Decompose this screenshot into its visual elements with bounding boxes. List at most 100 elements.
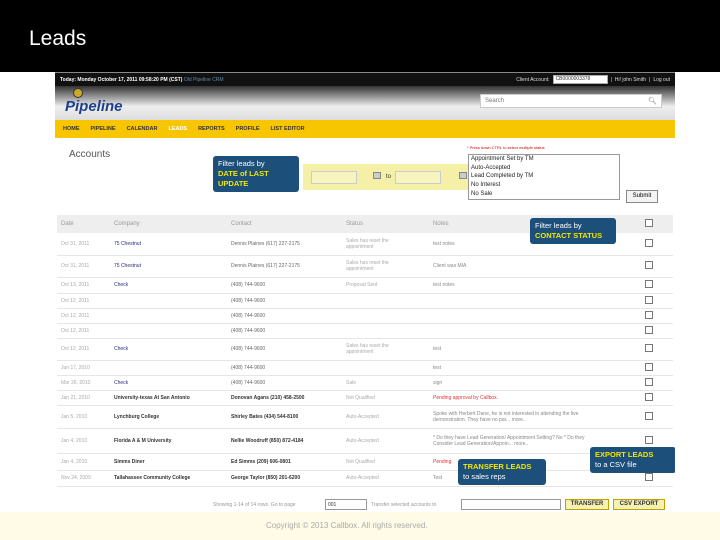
row-checkbox[interactable] bbox=[645, 411, 653, 420]
cell-status bbox=[346, 360, 433, 376]
table-row: Oct 12, 2011 (408) 744-9600 bbox=[57, 308, 673, 324]
cell-company[interactable]: Check bbox=[114, 375, 231, 391]
cell-status bbox=[346, 308, 433, 324]
status-option[interactable]: Appointment Set by TM bbox=[471, 155, 619, 164]
date-to-input[interactable] bbox=[395, 171, 441, 184]
greeting: Hi! john Smith bbox=[614, 76, 646, 83]
col-company[interactable]: Company bbox=[114, 215, 231, 233]
status-option[interactable]: No Sale bbox=[471, 190, 619, 199]
cell-company[interactable]: Tallahassee Community College bbox=[114, 470, 231, 487]
top-bar: Today: Monday October 17, 2011 09:58:20 … bbox=[55, 72, 675, 86]
cell-date: Oct 12, 2011 bbox=[57, 293, 114, 309]
row-checkbox[interactable] bbox=[645, 238, 653, 247]
cell-notes: test bbox=[433, 360, 645, 376]
cell-company[interactable] bbox=[114, 293, 231, 309]
cell-status: Sale bbox=[346, 375, 433, 391]
row-checkbox[interactable] bbox=[645, 261, 653, 269]
cell-date: Oct 31, 2011 bbox=[57, 255, 114, 278]
row-checkbox[interactable] bbox=[645, 377, 653, 386]
row-checkbox[interactable] bbox=[645, 473, 653, 481]
nav-leads[interactable]: LEADS bbox=[168, 126, 187, 132]
status-option[interactable]: No Interest bbox=[471, 181, 619, 190]
cell-date: Jan 5, 2010 bbox=[57, 405, 114, 429]
copyright: Copyright © 2013 Callbox. All rights res… bbox=[266, 521, 428, 530]
cell-company[interactable]: 75 Chestnut bbox=[114, 255, 231, 278]
nav-home[interactable]: HOME bbox=[63, 126, 80, 132]
cell-status: Sales has reset the appointment bbox=[346, 233, 433, 256]
cell-notes: Client was MIA bbox=[433, 255, 645, 278]
nav-calendar[interactable]: CALENDAR bbox=[127, 126, 158, 132]
rows-info: Showing 1-14 of 14 rows. Go to page bbox=[213, 502, 296, 508]
calendar-icon[interactable] bbox=[459, 172, 467, 179]
client-account-select[interactable]: CB0000003378 bbox=[552, 75, 608, 84]
cell-date: Jan 21, 2010 bbox=[57, 390, 114, 406]
cell-company[interactable]: Lynchburg College bbox=[114, 405, 231, 429]
cell-date: Oct 31, 2011 bbox=[57, 233, 114, 256]
page-select[interactable]: 001 bbox=[325, 499, 367, 510]
cell-notes: test bbox=[433, 338, 645, 361]
cell-date: Oct 12, 2011 bbox=[57, 323, 114, 339]
csv-export-button[interactable]: CSV EXPORT bbox=[613, 499, 665, 510]
cell-company[interactable]: 75 Chestnut bbox=[114, 233, 231, 256]
cell-contact: Shirley Bates (434) 544-8100 bbox=[231, 405, 346, 429]
cell-company[interactable] bbox=[114, 323, 231, 339]
status-listbox[interactable]: Appointment Set by TM Auto-Accepted Lead C… bbox=[468, 154, 620, 200]
col-status[interactable]: Status bbox=[346, 215, 433, 233]
magnifier-icon[interactable]: 🔍︎ bbox=[648, 97, 657, 105]
nav-profile[interactable]: PROFILE bbox=[236, 126, 260, 132]
nav-reports[interactable]: REPORTS bbox=[198, 126, 225, 132]
nav-list-editor[interactable]: LIST EDITOR bbox=[271, 126, 305, 132]
cell-status: Sales has reset the appointment bbox=[346, 338, 433, 361]
brand-bar: Pipeline Search 🔍︎ bbox=[55, 86, 675, 120]
cell-company[interactable]: Simms Diner bbox=[114, 453, 231, 471]
cell-date: Mar 26, 2010 bbox=[57, 375, 114, 391]
table-row: Jan 21, 2010 University-texas At San Ant… bbox=[57, 390, 673, 406]
cell-contact: (408) 744-9600 bbox=[231, 323, 346, 339]
select-all-checkbox[interactable] bbox=[645, 219, 653, 227]
cell-status: Auto-Accepted bbox=[346, 428, 433, 454]
cell-status: Sales has reset the appointment bbox=[346, 255, 433, 278]
submit-button[interactable]: Submit bbox=[626, 190, 658, 203]
cell-company[interactable]: Florida A & M University bbox=[114, 428, 231, 454]
row-checkbox[interactable] bbox=[645, 362, 653, 371]
row-checkbox[interactable] bbox=[645, 280, 653, 288]
main-nav: HOME PIPELINE CALENDAR LEADS REPORTS PROFILE L… bbox=[55, 120, 675, 138]
pipeline-logo[interactable]: Pipeline bbox=[65, 88, 123, 115]
search-input[interactable]: Search 🔍︎ bbox=[480, 94, 662, 108]
row-checkbox[interactable] bbox=[645, 344, 653, 352]
row-checkbox[interactable] bbox=[645, 310, 653, 319]
status-option[interactable]: Lead Completed by TM bbox=[471, 172, 619, 181]
calendar-icon[interactable] bbox=[373, 172, 381, 179]
cell-contact: Dennis Plaines (617) 227-2175 bbox=[231, 233, 346, 256]
old-crm-link[interactable]: Old Pipeline CRM bbox=[184, 77, 224, 83]
cell-date: Nov 24, 2009 bbox=[57, 470, 114, 487]
row-checkbox[interactable] bbox=[645, 325, 653, 334]
cell-contact: George Taylor (850) 201-6200 bbox=[231, 470, 346, 487]
slide-header: Leads bbox=[0, 0, 720, 72]
date-from-input[interactable] bbox=[311, 171, 357, 184]
cell-company[interactable]: Check bbox=[114, 338, 231, 361]
cell-contact: Donovan Agans (210) 458-2500 bbox=[231, 390, 346, 406]
col-contact[interactable]: Contact bbox=[231, 215, 346, 233]
transfer-button[interactable]: TRANSFER bbox=[565, 499, 609, 510]
cell-company[interactable]: Check bbox=[114, 277, 231, 294]
cell-company[interactable]: University-texas At San Antonio bbox=[114, 390, 231, 406]
cell-notes bbox=[433, 308, 645, 324]
cell-company[interactable] bbox=[114, 308, 231, 324]
row-checkbox[interactable] bbox=[645, 392, 653, 401]
nav-pipeline[interactable]: PIPELINE bbox=[91, 126, 116, 132]
transfer-rep-select[interactable] bbox=[461, 499, 561, 510]
cell-company[interactable] bbox=[114, 360, 231, 376]
status-option[interactable]: Auto-Accepted bbox=[471, 164, 619, 173]
cell-contact: Nellie Woodruff (850) 872-4184 bbox=[231, 428, 346, 454]
row-checkbox[interactable] bbox=[645, 295, 653, 304]
cell-contact: (408) 744-9600 bbox=[231, 375, 346, 391]
cell-notes: sign bbox=[433, 375, 645, 391]
col-date[interactable]: Date bbox=[57, 215, 114, 233]
table-row: Mar 26, 2010 Check (408) 744-9600 Sale s… bbox=[57, 375, 673, 391]
logout-link[interactable]: Log out bbox=[653, 77, 670, 83]
app-screenshot: Today: Monday October 17, 2011 09:58:20 … bbox=[55, 72, 675, 512]
row-checkbox[interactable] bbox=[645, 435, 653, 444]
cell-notes: test notes bbox=[433, 277, 645, 294]
cell-date: Jan 4, 2010 bbox=[57, 428, 114, 454]
